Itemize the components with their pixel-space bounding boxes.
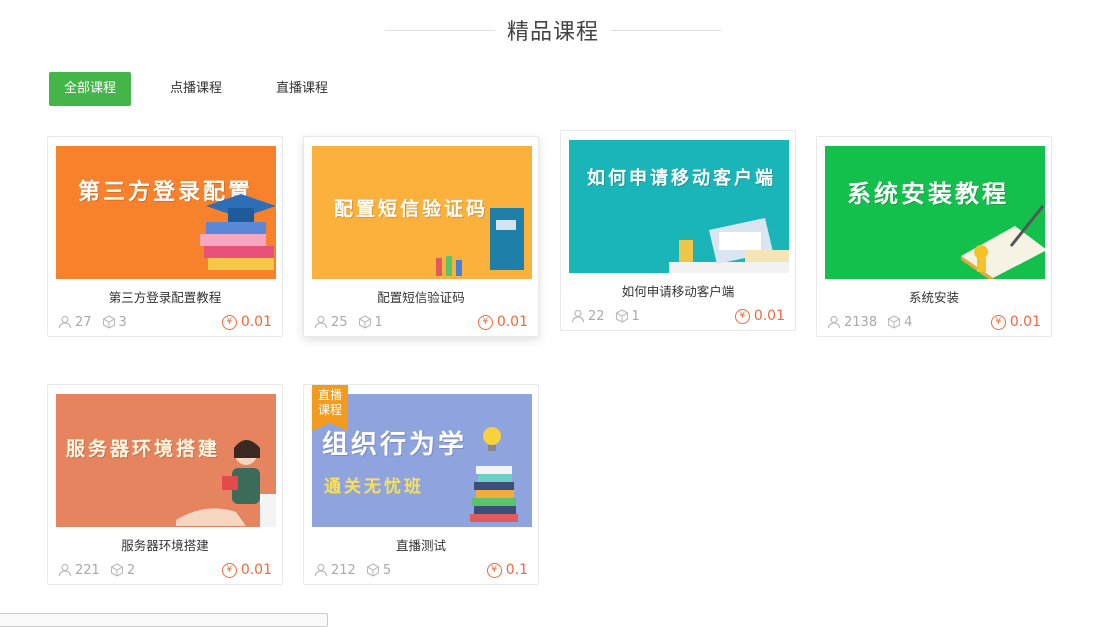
page-title: 精品课程	[506, 20, 599, 45]
course-meta: 221 2 ¥ 0.01	[58, 561, 272, 579]
course-meta: 27 3 ¥ 0.01	[58, 313, 272, 331]
title-divider-right	[611, 29, 721, 31]
student-count: 27	[58, 315, 92, 330]
course-meta: 22 1 ¥ 0.01	[571, 307, 785, 325]
price-value: 0.01	[496, 314, 528, 330]
student-count-value: 2138	[844, 314, 878, 330]
course-meta: 2138 4 ¥ 0.01	[827, 313, 1041, 331]
course-price: ¥ 0.1	[486, 562, 528, 578]
course-thumbnail[interactable]: 第三方登录配置	[56, 146, 276, 279]
live-course-badge: 直播 课程	[312, 385, 348, 431]
cube-icon	[366, 563, 379, 577]
course-name[interactable]: 如何申请移动客户端	[561, 281, 795, 300]
student-count: 25	[314, 315, 348, 330]
price-value: 0.01	[753, 308, 785, 324]
badge-line-1: 直播	[317, 388, 342, 402]
lesson-count: 4	[887, 315, 912, 330]
student-count: 2138	[827, 315, 877, 330]
yen-icon: ¥	[990, 314, 1006, 330]
course-card-live-test[interactable]: 直播 课程 组织行为学 通关无忧班 直播测试 212 5 ¥ 0.1	[303, 384, 539, 585]
price-value: 0.01	[1009, 314, 1041, 330]
cube-icon	[615, 309, 628, 323]
course-thumbnail[interactable]: 如何申请移动客户端	[569, 140, 789, 273]
cube-icon	[102, 315, 115, 329]
course-price: ¥ 0.01	[734, 308, 785, 324]
section-title: 精品课程	[0, 14, 1106, 46]
course-price: ¥ 0.01	[990, 314, 1041, 330]
user-icon	[314, 563, 328, 577]
cube-icon	[110, 563, 123, 577]
price-value: 0.01	[240, 314, 272, 330]
cube-icon	[888, 315, 901, 329]
price-value: 0.1	[505, 562, 528, 578]
course-filter-tabs: 全部课程 点播课程 直播课程	[49, 72, 367, 106]
student-count-value: 25	[331, 314, 348, 330]
badge-line-2: 课程	[317, 403, 342, 417]
course-name[interactable]: 服务器环境搭建	[48, 535, 282, 554]
user-icon	[58, 315, 72, 329]
course-card-sms-verification[interactable]: 配置短信验证码 配置短信验证码 25 1 ¥ 0.01	[303, 136, 539, 337]
user-icon	[571, 309, 585, 323]
lesson-count-value: 1	[374, 314, 383, 330]
course-meta: 25 1 ¥ 0.01	[314, 313, 528, 331]
student-count: 221	[58, 563, 100, 578]
user-icon	[827, 315, 841, 329]
course-name[interactable]: 直播测试	[304, 535, 538, 554]
course-name[interactable]: 系统安装	[817, 287, 1051, 306]
tab-vod-courses[interactable]: 点播课程	[155, 72, 237, 106]
course-price: ¥ 0.01	[221, 314, 272, 330]
yen-icon: ¥	[221, 314, 237, 330]
course-card-system-install[interactable]: 系统安装教程 系统安装 2138 4 ¥ 0.01	[816, 136, 1052, 337]
lesson-count-value: 1	[631, 308, 640, 324]
book-illustration	[436, 208, 524, 276]
lesson-count-value: 3	[118, 314, 127, 330]
course-thumbnail[interactable]: 系统安装教程	[825, 146, 1045, 279]
user-icon	[58, 563, 72, 577]
course-name[interactable]: 第三方登录配置教程	[48, 287, 282, 306]
student-count-value: 221	[75, 562, 100, 578]
yen-icon: ¥	[221, 562, 237, 578]
course-card-mobile-client[interactable]: 如何申请移动客户端 如何申请移动客户端 22 1 ¥ 0.01	[560, 130, 796, 331]
yen-icon: ¥	[477, 314, 493, 330]
lesson-count-value: 5	[382, 562, 392, 578]
course-card-third-party-login[interactable]: 第三方登录配置 第三方登录配置教程 27 3 ¥ 0.01	[47, 136, 283, 337]
student-count-value: 22	[588, 308, 605, 324]
reading-person-illustration	[176, 440, 276, 527]
lesson-count: 3	[102, 315, 127, 330]
yen-icon: ¥	[734, 308, 750, 324]
lesson-count: 5	[366, 563, 391, 578]
tab-live-courses[interactable]: 直播课程	[261, 72, 343, 106]
browser-status-bar	[0, 613, 328, 627]
course-thumbnail[interactable]: 配置短信验证码	[312, 146, 532, 279]
laptop-desk-illustration	[669, 218, 789, 273]
lesson-count-value: 4	[904, 314, 913, 330]
course-meta: 212 5 ¥ 0.1	[314, 561, 528, 579]
graduation-books-illustration	[200, 194, 276, 270]
cube-icon	[358, 315, 371, 329]
lesson-count-value: 2	[126, 562, 136, 578]
title-divider-left	[384, 29, 495, 31]
student-count: 22	[571, 309, 605, 324]
course-name[interactable]: 配置短信验证码	[304, 287, 538, 306]
course-card-server-setup[interactable]: 服务器环境搭建 服务器环境搭建 221 2 ¥ 0.01	[47, 384, 283, 585]
user-icon	[314, 315, 328, 329]
lesson-count: 1	[358, 315, 383, 330]
lesson-count: 1	[615, 309, 640, 324]
student-count-value: 212	[331, 562, 356, 578]
yen-icon: ¥	[486, 562, 502, 578]
course-thumbnail[interactable]: 服务器环境搭建	[56, 394, 276, 527]
course-price: ¥ 0.01	[477, 314, 528, 330]
document-pen-illustration	[961, 205, 1045, 279]
course-price: ¥ 0.01	[221, 562, 272, 578]
student-count-value: 27	[75, 314, 92, 330]
lesson-count: 2	[110, 563, 135, 578]
tab-all-courses[interactable]: 全部课程	[49, 72, 132, 106]
student-count: 212	[314, 563, 356, 578]
price-value: 0.01	[240, 562, 272, 578]
